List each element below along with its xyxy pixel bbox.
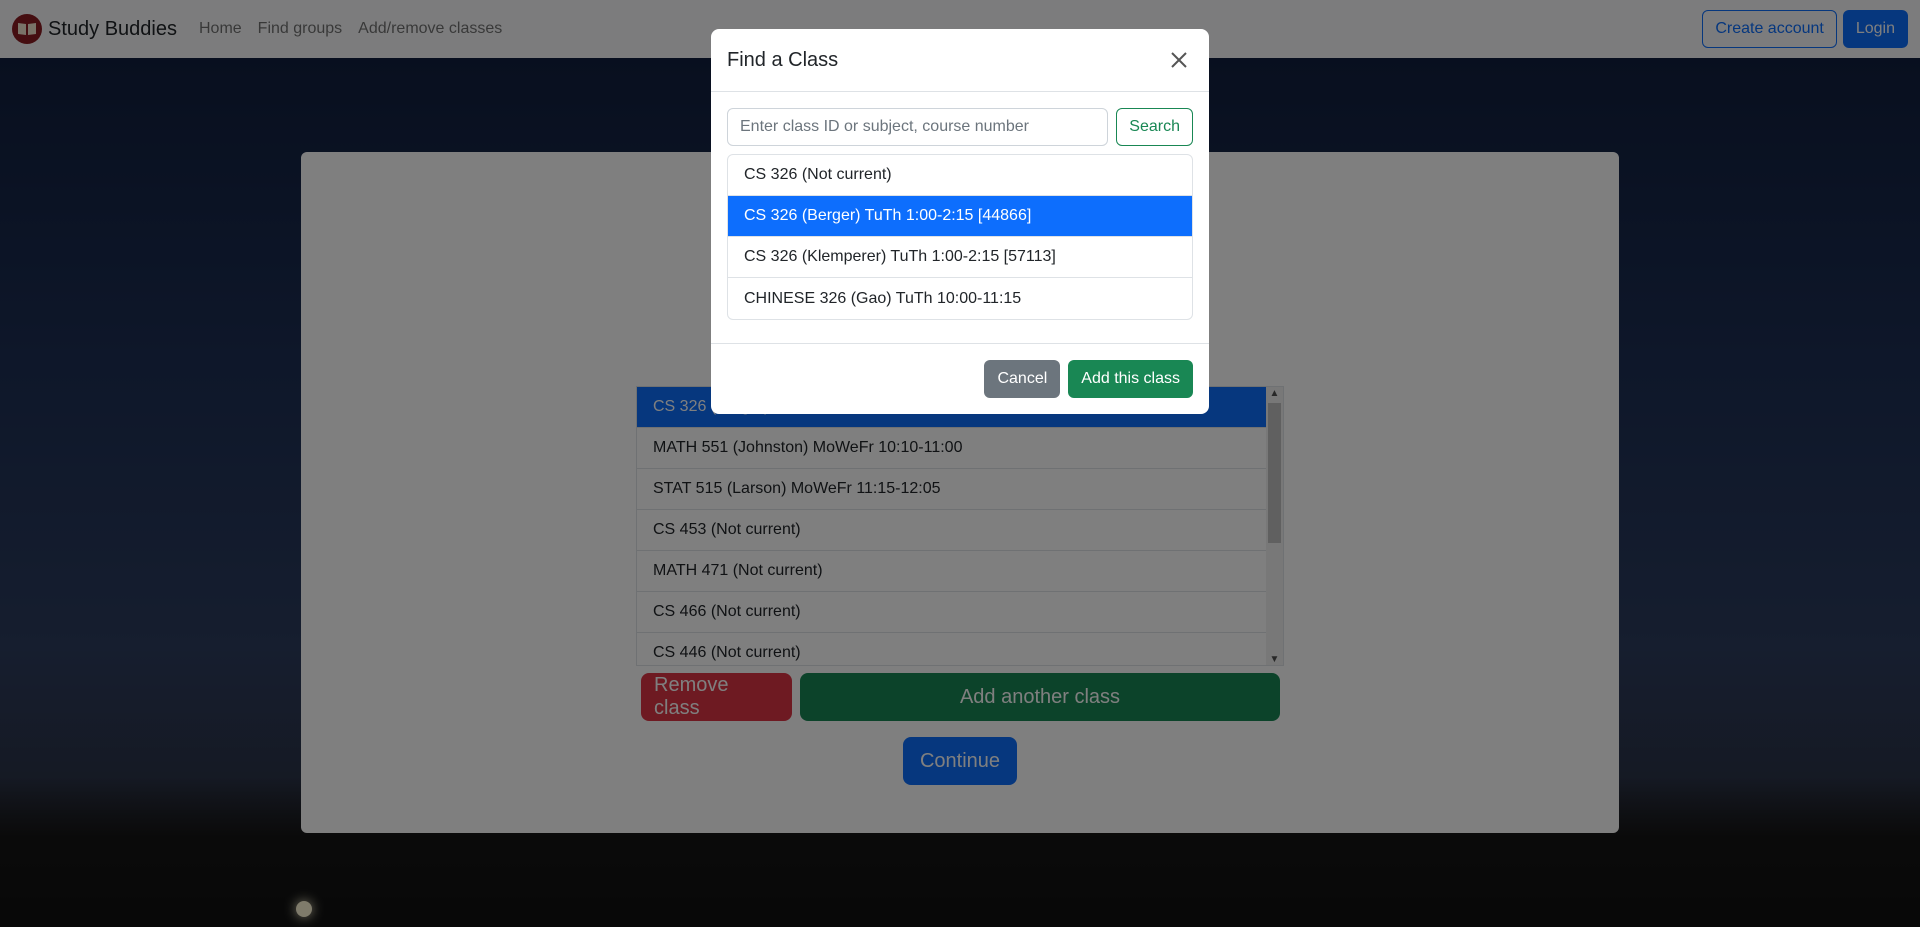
search-result-item[interactable]: CS 326 (Berger) TuTh 1:00-2:15 [44866]: [728, 196, 1192, 237]
modal-title: Find a Class: [727, 48, 839, 71]
cancel-button[interactable]: Cancel: [984, 360, 1061, 398]
find-class-modal: Find a Class Search CS 326 (Not current)…: [711, 29, 1209, 414]
search-result-item[interactable]: CHINESE 326 (Gao) TuTh 10:00-11:15: [728, 278, 1192, 319]
search-button[interactable]: Search: [1116, 108, 1193, 146]
add-this-class-button[interactable]: Add this class: [1068, 360, 1193, 398]
search-result-item[interactable]: CS 326 (Klemperer) TuTh 1:00-2:15 [57113…: [728, 237, 1192, 278]
close-icon[interactable]: [1165, 46, 1193, 74]
search-results-list: CS 326 (Not current) CS 326 (Berger) TuT…: [727, 154, 1193, 320]
search-result-item[interactable]: CS 326 (Not current): [728, 155, 1192, 196]
class-search-input[interactable]: [727, 108, 1109, 146]
